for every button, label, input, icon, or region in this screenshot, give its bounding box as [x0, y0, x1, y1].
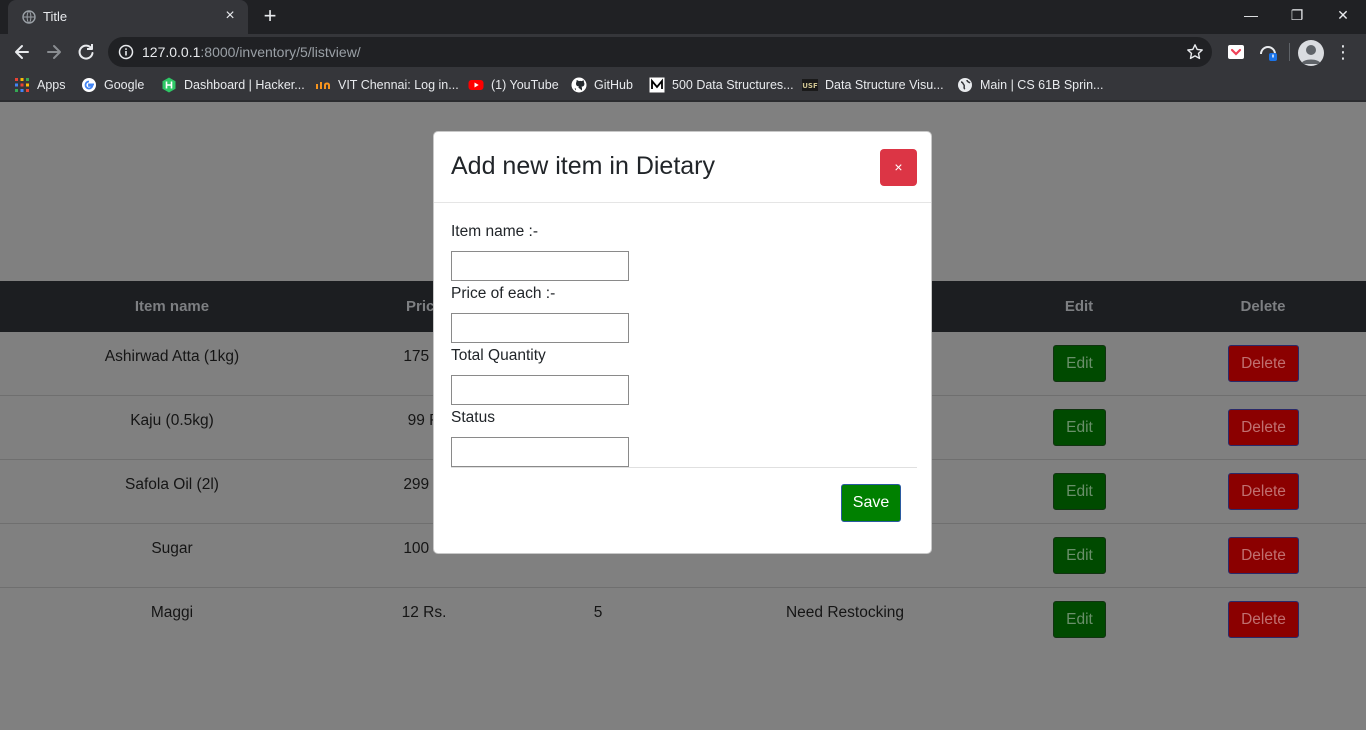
- quantity-input[interactable]: [451, 375, 629, 405]
- add-item-modal: Add new item in Dietary × Item name :- P…: [433, 131, 932, 554]
- svg-text:USF: USF: [802, 82, 818, 90]
- header-edit: Edit: [1064, 298, 1094, 315]
- item-name-input[interactable]: [451, 251, 629, 281]
- bookmark-google[interactable]: Google: [81, 76, 144, 94]
- bookmarks-bar: Apps Google Dashboard | Hacker... VIT Ch…: [0, 70, 1366, 100]
- bookmark-label: Data Structure Visu...: [825, 78, 944, 92]
- cell-item-name: Safola Oil (2l): [125, 476, 219, 493]
- table-row: Maggi 12 Rs. 5 Need Restocking Edit Dele…: [0, 588, 1366, 652]
- cell-status: Need Restocking: [785, 604, 905, 621]
- cell-item-name: Ashirwad Atta (1kg): [104, 348, 240, 365]
- bookmark-cs61b[interactable]: Main | CS 61B Sprin...: [957, 76, 1103, 94]
- youtube-icon: [468, 80, 484, 90]
- edit-button[interactable]: Edit: [1053, 409, 1106, 446]
- modal-title: Add new item in Dietary: [451, 152, 716, 180]
- price-input[interactable]: [451, 313, 629, 343]
- usf-icon: USF: [802, 79, 818, 91]
- header-delete: Delete: [1240, 298, 1286, 315]
- url-text: 127.0.0.1:8000/inventory/5/listview/: [142, 44, 361, 60]
- forward-arrow-icon[interactable]: [40, 38, 68, 66]
- quantity-label: Total Quantity: [451, 347, 546, 364]
- browser-menu-icon[interactable]: ⋮: [1334, 40, 1352, 64]
- vit-icon: [316, 82, 330, 89]
- browser-chrome: Title × + — ❐ ✕ 127.0.0.1:8000/inventory…: [0, 0, 1366, 102]
- bookmark-label: 500 Data Structures...: [672, 78, 794, 92]
- item-name-label: Item name :-: [451, 223, 538, 240]
- bookmark-label: (1) YouTube: [491, 78, 559, 92]
- pocket-extension-icon[interactable]: [1226, 42, 1246, 62]
- bookmark-medium[interactable]: 500 Data Structures...: [649, 76, 794, 94]
- profile-avatar[interactable]: [1298, 40, 1324, 66]
- edit-button[interactable]: Edit: [1053, 473, 1106, 510]
- modal-header-divider: [434, 202, 931, 203]
- info-icon[interactable]: [118, 44, 134, 60]
- globe-icon: [22, 10, 36, 24]
- cell-item-name: Maggi: [150, 604, 194, 621]
- tab-close-icon[interactable]: ×: [220, 6, 240, 26]
- delete-button[interactable]: Delete: [1228, 473, 1299, 510]
- tab-title: Title: [43, 9, 68, 24]
- price-label: Price of each :-: [451, 285, 556, 302]
- delete-button[interactable]: Delete: [1228, 345, 1299, 382]
- bookmark-label: Apps: [37, 78, 66, 92]
- modal-footer-divider: [451, 467, 917, 468]
- cell-price: 12 Rs.: [401, 604, 447, 621]
- bookmark-label: VIT Chennai: Log in...: [338, 78, 459, 92]
- toolbar-divider: [1289, 43, 1290, 61]
- modal-close-button[interactable]: ×: [880, 149, 917, 186]
- bookmark-star-icon[interactable]: [1186, 43, 1204, 61]
- cell-quantity: 5: [593, 604, 603, 621]
- bookmark-github[interactable]: GitHub: [571, 76, 633, 94]
- edit-button[interactable]: Edit: [1053, 601, 1106, 638]
- status-label: Status: [451, 409, 495, 426]
- bookmark-label: GitHub: [594, 78, 633, 92]
- address-bar[interactable]: 127.0.0.1:8000/inventory/5/listview/: [108, 37, 1212, 67]
- restore-button[interactable]: ❐: [1274, 0, 1320, 30]
- bookmark-label: Dashboard | Hacker...: [184, 78, 305, 92]
- header-item-name: Item name: [134, 298, 210, 315]
- google-icon: [82, 78, 96, 92]
- edit-button[interactable]: Edit: [1053, 537, 1106, 574]
- delete-button[interactable]: Delete: [1228, 601, 1299, 638]
- globe-icon: [958, 78, 972, 92]
- cell-item-name: Kaju (0.5kg): [130, 412, 214, 429]
- bookmark-usf[interactable]: USF Data Structure Visu...: [802, 76, 944, 94]
- bookmark-vit[interactable]: VIT Chennai: Log in...: [315, 76, 459, 94]
- bookmark-youtube[interactable]: (1) YouTube: [468, 76, 559, 94]
- edit-button[interactable]: Edit: [1053, 345, 1106, 382]
- extension-badge-icon[interactable]: [1258, 42, 1278, 62]
- delete-button[interactable]: Delete: [1228, 409, 1299, 446]
- person-icon: [1301, 45, 1321, 64]
- github-icon: [571, 77, 587, 93]
- browser-tab[interactable]: Title ×: [8, 0, 248, 34]
- bookmark-hackerrank[interactable]: Dashboard | Hacker...: [161, 76, 305, 94]
- bookmark-label: Main | CS 61B Sprin...: [980, 78, 1104, 92]
- status-input[interactable]: [451, 437, 629, 467]
- delete-button[interactable]: Delete: [1228, 537, 1299, 574]
- apps-grid-icon: [15, 78, 29, 92]
- save-button[interactable]: Save: [841, 484, 901, 522]
- url-path: :8000/inventory/5/listview/: [200, 44, 361, 60]
- hackerrank-icon: [162, 77, 176, 93]
- tab-strip: Title × + — ❐ ✕: [0, 0, 1366, 34]
- new-tab-button[interactable]: +: [258, 5, 282, 29]
- bookmark-apps[interactable]: Apps: [14, 76, 66, 94]
- minimize-button[interactable]: —: [1228, 0, 1274, 30]
- cell-item-name: Sugar: [151, 540, 193, 557]
- reload-icon[interactable]: [72, 38, 100, 66]
- bookmark-label: Google: [104, 78, 145, 92]
- back-arrow-icon[interactable]: [8, 38, 36, 66]
- browser-toolbar: 127.0.0.1:8000/inventory/5/listview/ ⋮: [0, 34, 1366, 70]
- url-host: 127.0.0.1: [142, 44, 201, 60]
- medium-icon: [649, 77, 665, 93]
- close-window-button[interactable]: ✕: [1320, 0, 1366, 30]
